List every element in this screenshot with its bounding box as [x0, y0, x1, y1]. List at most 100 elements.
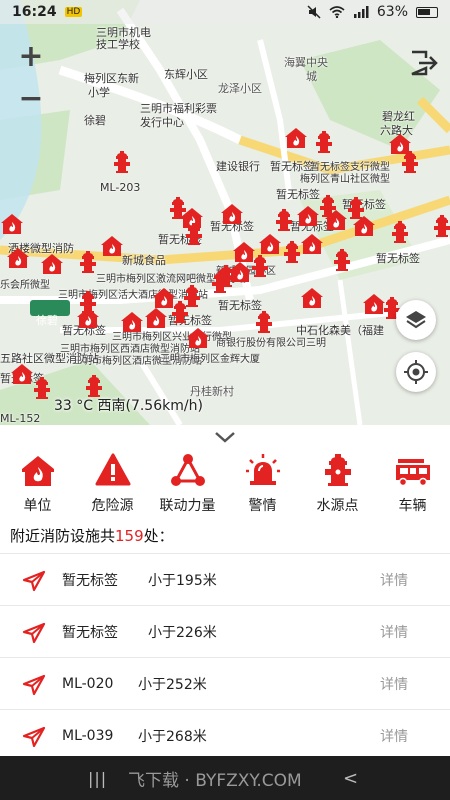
hydrant-marker-icon[interactable]	[30, 376, 54, 400]
list-item[interactable]: 暂无标签 小于195米 详情	[0, 553, 450, 605]
category-unit[interactable]: 单位	[0, 451, 75, 531]
status-right: 63%	[307, 4, 438, 20]
wifi-icon	[329, 6, 345, 18]
hydrant-marker-icon[interactable]	[182, 222, 206, 246]
zoom-out-button[interactable]: −	[18, 84, 43, 114]
hydrant-marker-icon[interactable]	[252, 310, 276, 334]
back-button[interactable]: <	[343, 768, 358, 789]
hd-badge: HD	[64, 7, 83, 17]
unit-marker-icon[interactable]	[0, 212, 24, 236]
collapse-chevron-icon[interactable]	[213, 429, 237, 445]
category-label: 警情	[248, 498, 277, 514]
unit-marker-icon[interactable]	[352, 214, 376, 238]
hydrant-marker-icon[interactable]	[430, 214, 450, 238]
map-label: 乐会所微型	[0, 280, 50, 291]
map-label: ML-203	[100, 181, 141, 194]
nearby-summary: 附近消防设施共159处：	[10, 525, 174, 546]
map-label: 建设银行	[216, 160, 260, 173]
detail-link[interactable]: 详情	[380, 674, 408, 694]
unit-marker-icon[interactable]	[186, 326, 210, 350]
hydrant-marker-icon[interactable]	[330, 248, 354, 272]
facility-list: 暂无标签 小于195米 详情 暂无标签 小于226米 详情 ML-020 小于2…	[0, 553, 450, 761]
recent-apps-button[interactable]: |||	[88, 769, 107, 788]
map-label: 小学	[88, 86, 110, 99]
map-label: 技工学校	[96, 38, 140, 51]
list-item[interactable]: ML-020 小于252米 详情	[0, 657, 450, 709]
fire-truck-icon	[394, 451, 432, 489]
danger-warning-icon	[94, 451, 132, 489]
layers-icon	[406, 311, 426, 329]
map-label: 新城食品	[122, 254, 166, 267]
category-alarm[interactable]: 警情	[225, 451, 300, 531]
hydrant-marker-icon[interactable]	[398, 150, 422, 174]
list-item[interactable]: ML-039 小于268米 详情	[0, 709, 450, 761]
category-water[interactable]: 水源点	[300, 451, 375, 531]
layer-toggle-button[interactable]	[396, 300, 436, 340]
unit-marker-icon[interactable]	[220, 202, 244, 226]
category-vehicle[interactable]: 车辆	[375, 451, 450, 531]
summary-prefix: 附近消防设施共	[10, 527, 116, 545]
map-label: 三明市梅列区金辉大厦	[160, 354, 260, 365]
navigate-send-icon[interactable]	[22, 570, 46, 592]
map-label: 东辉小区	[164, 68, 208, 81]
system-nav-bar: ||| 飞下载 · BYFZXY.COM <	[0, 756, 450, 800]
navigate-send-icon[interactable]	[22, 674, 46, 696]
category-bar: 单位 危险源 联动力量 警情 水源点 车辆	[0, 451, 450, 531]
facility-name: 暂无标签	[62, 624, 118, 641]
facility-name: ML-020	[62, 675, 114, 692]
hydrant-marker-icon[interactable]	[312, 130, 336, 154]
hydrant-marker-icon[interactable]	[272, 208, 296, 232]
locate-button[interactable]	[396, 352, 436, 392]
navigate-send-icon[interactable]	[22, 622, 46, 644]
map-label: 发行中心	[140, 116, 184, 129]
hydrant-marker-icon[interactable]	[388, 220, 412, 244]
bottom-sheet: 单位 危险源 联动力量 警情 水源点 车辆 附近消防设施共159处： 暂无标签 …	[0, 425, 450, 756]
battery-percent: 63%	[376, 4, 408, 20]
map-label: 商银行股份有限公司三明	[216, 338, 326, 349]
category-label: 车辆	[398, 498, 427, 514]
detail-link[interactable]: 详情	[380, 570, 408, 590]
hydrant-marker-icon[interactable]	[110, 150, 134, 174]
category-label: 联动力量	[159, 498, 216, 514]
hydrant-marker-icon[interactable]	[214, 264, 238, 288]
facility-count: 159	[115, 527, 144, 545]
unit-marker-icon[interactable]	[258, 232, 282, 256]
unit-marker-icon[interactable]	[76, 306, 100, 330]
status-bar: 16:24 HD 63%	[0, 0, 450, 24]
unit-marker-icon[interactable]	[100, 234, 124, 258]
unit-marker-icon[interactable]	[300, 232, 324, 256]
hydrant-marker-icon[interactable]	[168, 300, 192, 324]
unit-marker-icon[interactable]	[144, 306, 168, 330]
zoom-in-button[interactable]: +	[18, 42, 43, 72]
unit-marker-icon[interactable]	[284, 126, 308, 150]
map-label: 暂无标签	[376, 252, 420, 265]
category-label: 危险源	[91, 498, 134, 514]
exit-button[interactable]	[406, 46, 440, 80]
facility-distance: 小于252米	[138, 676, 207, 693]
category-label: 单位	[23, 498, 52, 514]
map-view[interactable]: 三明市机电 技工学校 梅列区东新 小学 东辉小区 龙泽小区 海翼中央 城 三明市…	[0, 0, 450, 425]
locate-icon	[404, 360, 428, 384]
facility-distance: 小于268米	[138, 728, 207, 745]
alarm-siren-icon	[244, 451, 282, 489]
detail-link[interactable]: 详情	[380, 622, 408, 642]
detail-link[interactable]: 详情	[380, 726, 408, 746]
list-item[interactable]: 暂无标签 小于226米 详情	[0, 605, 450, 657]
exit-icon	[411, 50, 438, 76]
zoom-controls: + −	[12, 42, 50, 114]
building-flame-icon	[19, 451, 57, 489]
navigate-send-icon[interactable]	[22, 726, 46, 748]
unit-marker-icon[interactable]	[6, 246, 30, 270]
category-danger[interactable]: 危险源	[75, 451, 150, 531]
hydrant-marker-icon[interactable]	[76, 250, 100, 274]
unit-marker-icon[interactable]	[300, 286, 324, 310]
status-time: 16:24	[12, 4, 57, 20]
unit-marker-icon[interactable]	[40, 252, 64, 276]
category-linkage[interactable]: 联动力量	[150, 451, 225, 531]
map-label: 碧龙红	[382, 110, 415, 123]
map-label: 龙泽小区	[218, 82, 262, 95]
map-label: 城	[306, 70, 317, 83]
facility-distance: 小于226米	[148, 624, 217, 641]
unit-marker-icon[interactable]	[120, 310, 144, 334]
battery-icon	[416, 6, 438, 18]
